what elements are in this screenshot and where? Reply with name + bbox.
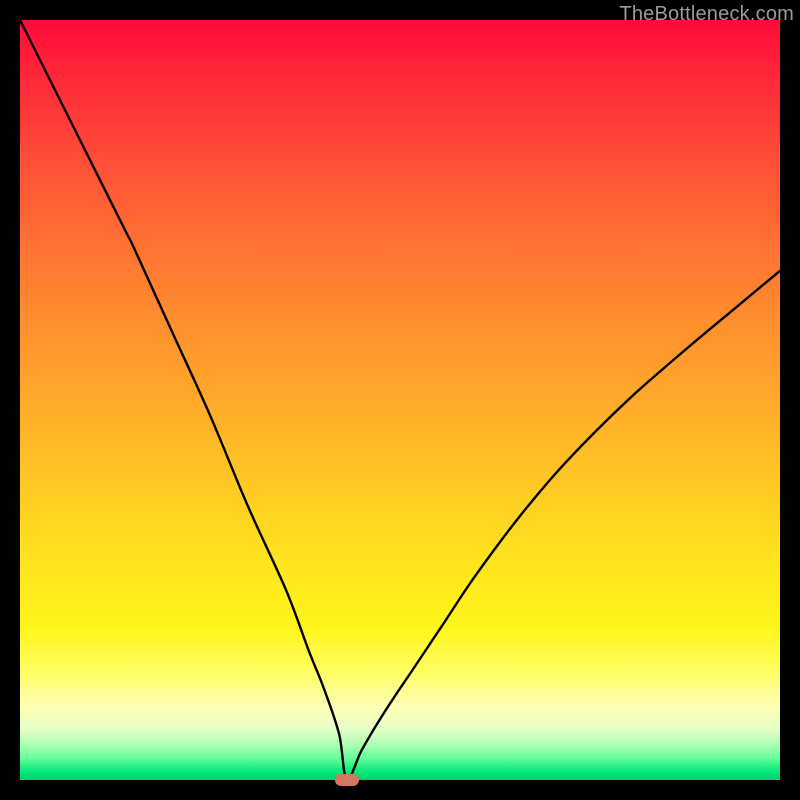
bottleneck-curve bbox=[20, 20, 780, 780]
plot-area bbox=[20, 20, 780, 780]
minimum-marker bbox=[335, 774, 359, 786]
curve-path bbox=[20, 20, 780, 780]
chart-container: TheBottleneck.com bbox=[0, 0, 800, 800]
